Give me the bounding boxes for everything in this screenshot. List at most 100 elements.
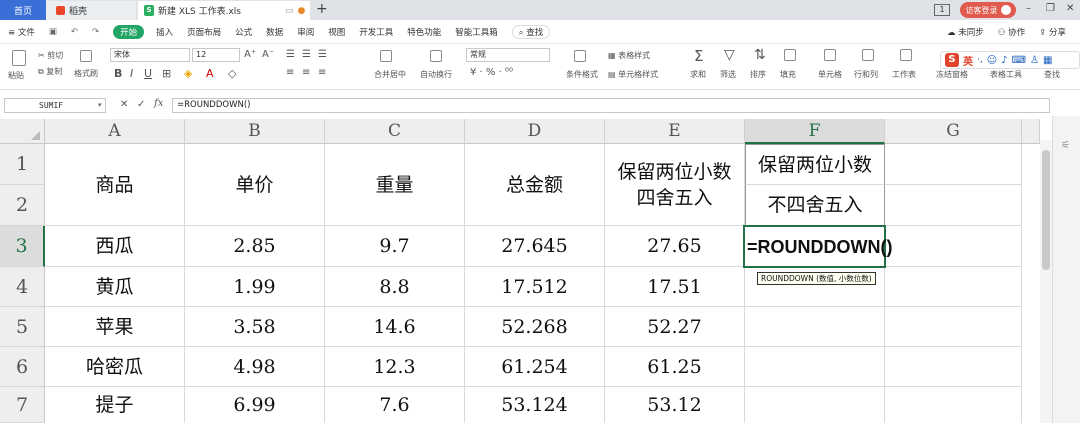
row-header-5[interactable]: 5 <box>0 307 45 347</box>
currency-icon[interactable]: ¥ · % · ⁰⁰ <box>470 67 513 78</box>
wrap-icon[interactable] <box>430 50 442 62</box>
align-middle-icon[interactable]: ☰ <box>302 49 311 60</box>
undo-icon[interactable]: ↶ <box>71 27 78 37</box>
cell-b4[interactable]: 1.99 <box>185 267 325 307</box>
menu-insert[interactable]: 插入 <box>156 26 173 38</box>
menu-review[interactable]: 审阅 <box>297 26 314 38</box>
align-center-icon[interactable]: ≡ <box>302 67 310 78</box>
cell-e7[interactable]: 53.12 <box>605 387 745 423</box>
freeze-button[interactable]: 冻结窗格 <box>936 69 968 80</box>
column-header-e[interactable]: E <box>605 119 745 144</box>
cell-d7[interactable]: 53.124 <box>465 387 605 423</box>
align-bottom-icon[interactable]: ☰ <box>318 49 327 60</box>
cell-f5[interactable] <box>745 307 885 347</box>
column-header-c[interactable]: C <box>325 119 465 144</box>
ime-lang[interactable]: 英 <box>963 53 973 68</box>
row-header-3[interactable]: 3 <box>0 226 45 267</box>
cell-a5[interactable]: 苹果 <box>45 307 185 347</box>
cell-g6[interactable] <box>885 347 1022 387</box>
cells-icon[interactable] <box>824 49 836 61</box>
login-button[interactable]: 访客登录 <box>960 2 1016 18</box>
new-tab-button[interactable]: + <box>316 1 328 17</box>
cell-style-button[interactable]: ▤ 单元格样式 <box>608 69 658 80</box>
cell-g3[interactable] <box>885 226 1022 267</box>
sort-icon[interactable]: ⇅ <box>754 47 766 63</box>
font-color-icon[interactable]: A <box>206 67 214 80</box>
conditional-format-button[interactable]: 条件格式 <box>566 69 598 80</box>
decrease-font-icon[interactable]: A⁻ <box>262 49 274 60</box>
cell-c5[interactable]: 14.6 <box>325 307 465 347</box>
menu-page-layout[interactable]: 页面布局 <box>187 26 221 38</box>
row-header-4[interactable]: 4 <box>0 267 45 307</box>
bold-icon[interactable]: B <box>114 67 122 80</box>
filter-button[interactable]: 筛选 <box>720 69 736 80</box>
cell-d3[interactable]: 27.645 <box>465 226 605 267</box>
menu-start[interactable]: 开始 <box>113 24 145 39</box>
menu-features[interactable]: 特色功能 <box>407 26 441 38</box>
cell-b6[interactable]: 4.98 <box>185 347 325 387</box>
cell-g5[interactable] <box>885 307 1022 347</box>
sliders-icon[interactable]: ⚟ <box>1061 140 1070 151</box>
ime-mic-icon[interactable]: ♪ <box>1001 55 1007 66</box>
align-left-icon[interactable]: ≡ <box>286 67 294 78</box>
cell-a1[interactable]: 商品 <box>45 144 185 226</box>
auto-wrap-button[interactable]: 自动换行 <box>420 69 452 80</box>
menu-search[interactable]: ⌕ 查找 <box>511 24 551 39</box>
cell-e3[interactable]: 27.65 <box>605 226 745 267</box>
formula-cancel-icon[interactable]: ✕ <box>120 99 128 110</box>
vertical-scroll-thumb[interactable] <box>1042 150 1050 270</box>
format-painter-icon[interactable] <box>80 50 92 62</box>
menu-smart-tools[interactable]: 智能工具箱 <box>455 26 498 38</box>
cell-d5[interactable]: 52.268 <box>465 307 605 347</box>
row-header-6[interactable]: 6 <box>0 347 45 387</box>
sort-button[interactable]: 排序 <box>750 69 766 80</box>
tab-file-pin-icon[interactable]: ▭ <box>285 6 294 16</box>
name-box-dropdown-icon[interactable]: ▾ <box>98 101 102 109</box>
row-header-7[interactable]: 7 <box>0 387 45 423</box>
cell-a6[interactable]: 哈密瓜 <box>45 347 185 387</box>
italic-icon[interactable]: I <box>130 67 133 80</box>
eraser-icon[interactable]: ◇ <box>228 67 236 80</box>
cell-d4[interactable]: 17.512 <box>465 267 605 307</box>
sheet-icon[interactable] <box>900 49 912 61</box>
cell-b5[interactable]: 3.58 <box>185 307 325 347</box>
fill-button[interactable]: 填充 <box>780 69 796 80</box>
cell-b7[interactable]: 6.99 <box>185 387 325 423</box>
cell-c4[interactable]: 8.8 <box>325 267 465 307</box>
save-icon[interactable]: ▣ <box>49 27 57 37</box>
cells-button[interactable]: 单元格 <box>818 69 842 80</box>
cell-c7[interactable]: 7.6 <box>325 387 465 423</box>
sum-icon[interactable]: Σ <box>694 47 703 65</box>
cell-a3[interactable]: 西瓜 <box>45 226 185 267</box>
select-all-corner[interactable] <box>0 119 45 144</box>
cell-e6[interactable]: 61.25 <box>605 347 745 387</box>
formula-input[interactable]: =ROUNDDOWN() <box>172 98 1050 113</box>
cell-d6[interactable]: 61.254 <box>465 347 605 387</box>
table-tool-button[interactable]: 表格工具 <box>990 69 1022 80</box>
align-top-icon[interactable]: ☰ <box>286 49 295 60</box>
cut-button[interactable]: ✂ 剪切 <box>38 50 63 61</box>
conditional-format-icon[interactable] <box>574 50 586 62</box>
cell-c6[interactable]: 12.3 <box>325 347 465 387</box>
row-header-2[interactable]: 2 <box>0 185 45 226</box>
cell-e4[interactable]: 17.51 <box>605 267 745 307</box>
find-button[interactable]: 查找 <box>1044 69 1060 80</box>
close-button[interactable]: ✕ <box>1066 3 1074 14</box>
ime-toolbar[interactable]: S 英 ·, ☺ ♪ ⌨ ♙ ▦ <box>940 51 1080 69</box>
menu-view[interactable]: 视图 <box>328 26 345 38</box>
cell-c1[interactable]: 重量 <box>325 144 465 226</box>
column-header-g[interactable]: G <box>885 119 1022 144</box>
rowcol-icon[interactable] <box>862 49 874 61</box>
font-select[interactable]: 宋体 <box>110 48 190 62</box>
tab-file[interactable]: S 新建 XLS 工作表.xls ▭ ● <box>138 1 310 20</box>
cell-e1[interactable]: 保留两位小数 四舍五入 <box>605 144 745 226</box>
sheet-button[interactable]: 工作表 <box>892 69 916 80</box>
column-header-b[interactable]: B <box>185 119 325 144</box>
table-style-button[interactable]: ▦ 表格样式 <box>608 50 650 61</box>
border-icon[interactable]: ⊞ <box>162 67 171 80</box>
sync-status[interactable]: ☁ 未同步 <box>947 26 984 38</box>
name-box[interactable]: SUMIF <box>4 98 106 113</box>
ime-skin-icon[interactable]: ♙ <box>1030 55 1039 66</box>
filter-icon[interactable]: ▽ <box>724 47 735 63</box>
cell-f2[interactable]: 不四舍五入 <box>745 185 885 226</box>
